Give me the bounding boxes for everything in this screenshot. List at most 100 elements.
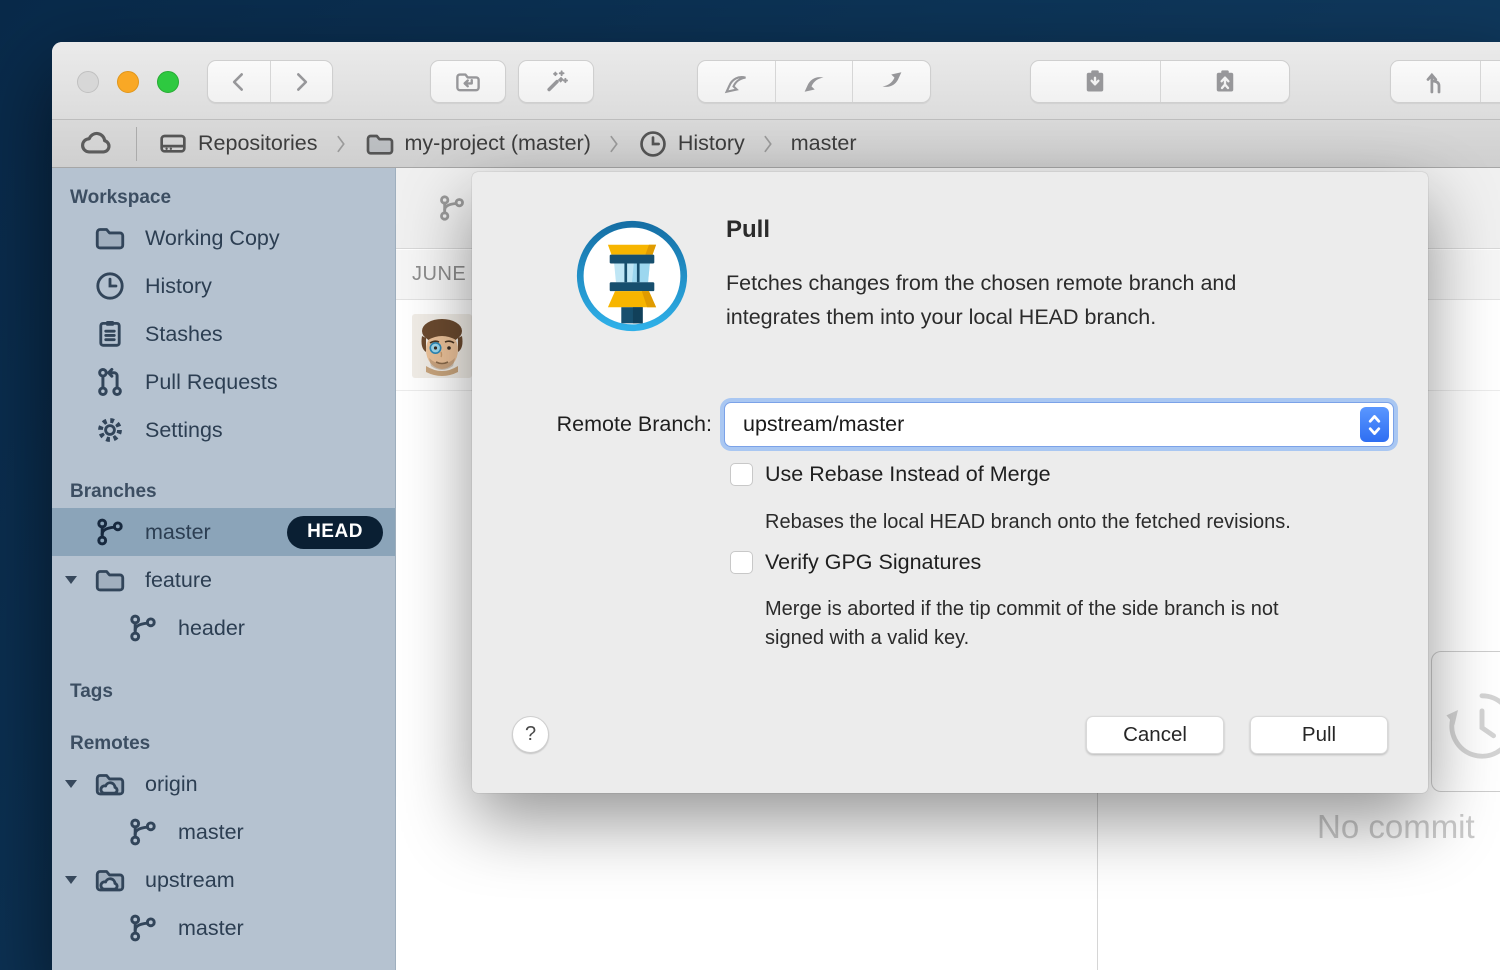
select-stepper[interactable] — [1360, 407, 1389, 442]
clipboard-icon — [93, 317, 127, 351]
breadcrumb-label: my-project (master) — [405, 131, 591, 156]
breadcrumb-branch[interactable]: master — [791, 131, 857, 156]
breadcrumb-label: master — [791, 131, 857, 156]
sidebar-item-working-copy[interactable]: Working Copy — [52, 214, 395, 262]
use-rebase-checkbox[interactable] — [730, 463, 753, 486]
breadcrumb-history[interactable]: History — [637, 128, 745, 160]
titlebar — [52, 42, 1500, 120]
sidebar-item-label: master — [145, 520, 211, 545]
sidebar-item-settings[interactable]: Settings — [52, 406, 395, 454]
pop-stash-button[interactable] — [1161, 61, 1290, 102]
no-commit-text: No commit — [1317, 808, 1475, 846]
forward-button[interactable] — [271, 61, 333, 102]
verify-gpg-row: Verify GPG Signatures — [730, 550, 981, 575]
push-arrow-icon — [877, 67, 907, 97]
disclosure-triangle-icon[interactable] — [63, 572, 79, 588]
pull-button[interactable]: Pull — [1250, 716, 1388, 754]
branch-icon — [126, 911, 160, 945]
help-button[interactable]: ? — [512, 716, 549, 753]
branch-icon — [126, 815, 160, 849]
sourcetree-tower-icon — [574, 218, 690, 334]
stash-button[interactable] — [1031, 61, 1161, 102]
sidebar-item-pull-requests[interactable]: Pull Requests — [52, 358, 395, 406]
sidebar-item-label: origin — [145, 772, 198, 797]
open-repository-button[interactable] — [430, 60, 506, 103]
date-group-label: JUNE — [412, 263, 466, 286]
remote-branch-label: Remote Branch: — [472, 412, 712, 437]
chevron-right-icon — [330, 133, 352, 155]
chevron-up-down-icon — [1367, 411, 1382, 439]
sidebar-remote-origin[interactable]: origin — [52, 760, 395, 808]
branch-icon — [126, 611, 160, 645]
desktop: Repositories my-project (master) History… — [0, 0, 1500, 970]
avatar — [412, 314, 472, 378]
use-rebase-description: Rebases the local HEAD branch onto the f… — [765, 508, 1291, 537]
remote-branch-select[interactable]: upstream/master — [724, 402, 1394, 447]
close-button[interactable] — [77, 71, 99, 93]
remote-branch-value: upstream/master — [743, 412, 904, 437]
cancel-button[interactable]: Cancel — [1086, 716, 1224, 754]
remote-folder-icon — [93, 767, 127, 801]
history-clock-icon — [1442, 686, 1500, 766]
chevron-right-icon — [757, 133, 779, 155]
description-line: Rebases the local HEAD branch onto the f… — [765, 508, 1291, 537]
pull-dialog: Pull Fetches changes from the chosen rem… — [472, 172, 1428, 793]
cloud-icon[interactable] — [78, 125, 116, 163]
pull-request-icon — [93, 365, 127, 399]
fetch-button[interactable] — [698, 61, 776, 102]
sidebar-item-history[interactable]: History — [52, 262, 395, 310]
divider — [136, 127, 137, 161]
breadcrumb-repo[interactable]: my-project (master) — [364, 128, 591, 160]
folder-icon — [93, 563, 127, 597]
sidebar-branch-header[interactable]: header — [52, 604, 395, 652]
disclosure-triangle-icon[interactable] — [63, 776, 79, 792]
sidebar-item-label: Stashes — [145, 322, 223, 347]
push-button[interactable] — [853, 61, 930, 102]
sidebar-item-stashes[interactable]: Stashes — [52, 310, 395, 358]
sidebar-remote-upstream-master[interactable]: master — [52, 904, 395, 952]
dialog-title: Pull — [726, 216, 770, 244]
clock-icon — [637, 128, 669, 160]
folder-icon — [364, 128, 396, 160]
chevron-right-icon — [603, 133, 625, 155]
pull-arrow-icon — [799, 67, 829, 97]
sidebar-remote-upstream[interactable]: upstream — [52, 856, 395, 904]
branch-segment — [1390, 60, 1500, 103]
use-rebase-label: Use Rebase Instead of Merge — [765, 462, 1051, 487]
folder-icon — [93, 221, 127, 255]
drive-icon — [157, 128, 189, 160]
back-button[interactable] — [208, 61, 271, 102]
dialog-description: Fetches changes from the chosen remote b… — [726, 266, 1236, 334]
sidebar-item-label: Pull Requests — [145, 370, 278, 395]
branch-button[interactable] — [1391, 61, 1481, 102]
merge-button[interactable] — [1481, 61, 1500, 102]
gear-icon — [93, 413, 127, 447]
zoom-button[interactable] — [157, 71, 179, 93]
stash-clipboard-down-icon — [1080, 67, 1110, 97]
minimize-button[interactable] — [117, 71, 139, 93]
section-title-remotes: Remotes — [52, 732, 395, 756]
sidebar-branch-master[interactable]: master HEAD — [52, 508, 395, 556]
pull-button[interactable] — [776, 61, 854, 102]
sidebar-remote-origin-master[interactable]: master — [52, 808, 395, 856]
sidebar-item-label: master — [178, 916, 244, 941]
verify-gpg-description: Merge is aborted if the tip commit of th… — [765, 595, 1279, 653]
branch-icon — [436, 192, 468, 224]
breadcrumb: Repositories my-project (master) History… — [52, 120, 1500, 168]
disclosure-triangle-icon[interactable] — [63, 872, 79, 888]
branch-icon — [93, 515, 127, 549]
folder-return-icon — [453, 67, 483, 97]
magic-wand-button[interactable] — [518, 60, 594, 103]
breadcrumb-label: Repositories — [198, 131, 318, 156]
description-line: integrates them into your local HEAD bra… — [726, 300, 1236, 334]
description-line: Fetches changes from the chosen remote b… — [726, 266, 1236, 300]
use-rebase-row: Use Rebase Instead of Merge — [730, 462, 1051, 487]
description-line: Merge is aborted if the tip commit of th… — [765, 595, 1279, 624]
verify-gpg-label: Verify GPG Signatures — [765, 550, 981, 575]
sidebar-branch-folder-feature[interactable]: feature — [52, 556, 395, 604]
breadcrumb-repositories[interactable]: Repositories — [157, 128, 318, 160]
stash-clipboard-up-icon — [1210, 67, 1240, 97]
verify-gpg-checkbox[interactable] — [730, 551, 753, 574]
magic-wand-icon — [541, 67, 571, 97]
description-line: signed with a valid key. — [765, 624, 1279, 653]
